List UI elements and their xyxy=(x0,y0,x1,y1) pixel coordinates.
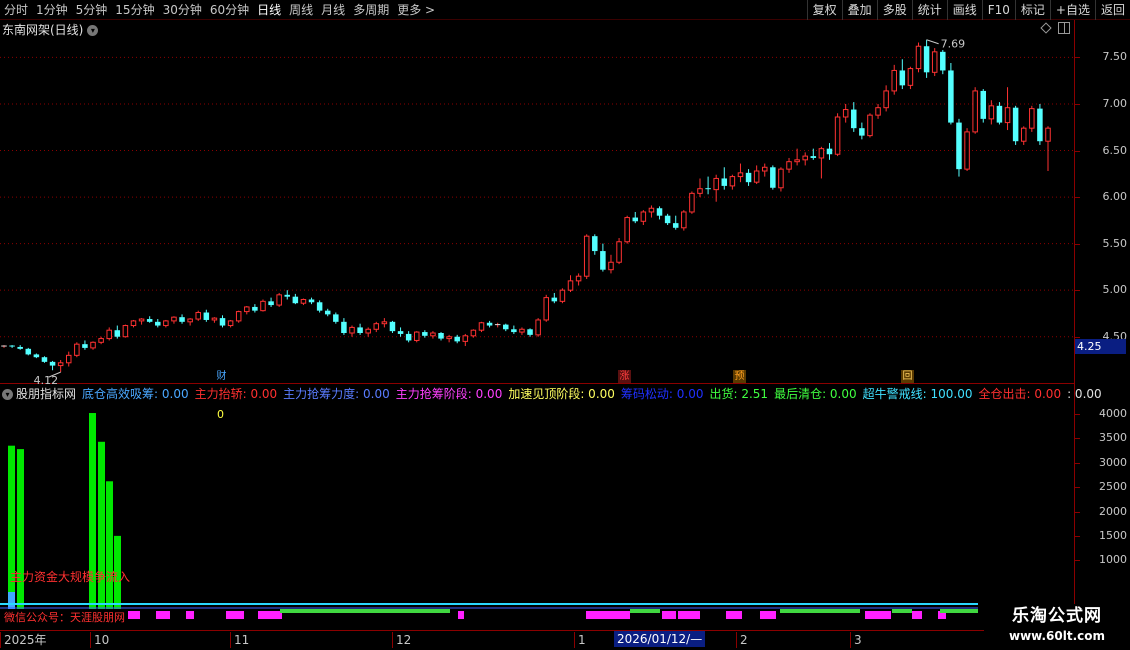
stage-block xyxy=(186,611,194,619)
price-tick: 7.50 xyxy=(1075,50,1130,64)
date-label: 2 xyxy=(736,632,748,648)
indicator-tick: 3500 xyxy=(1075,431,1130,445)
watermark-logo: 乐淘公式网 www.60lt.com xyxy=(984,604,1130,650)
stage-block xyxy=(598,611,630,619)
flow-note: 主力资金大规模争流入 xyxy=(10,569,130,584)
indicator-tick: 1000 xyxy=(1075,553,1130,567)
date-axis: 2025年 10 11 12 1 2 3 xyxy=(0,630,1074,650)
price-tick: 7.00 xyxy=(1075,97,1130,111)
wechat-note: 微信公众号：天涯股朋网 xyxy=(4,610,125,624)
inflow-bar xyxy=(106,481,113,609)
stage-block xyxy=(678,611,700,619)
event-marker[interactable]: 预 xyxy=(733,370,746,383)
stage-block xyxy=(726,611,742,619)
date-label: 10 xyxy=(90,632,109,648)
indicator-chart[interactable]: 0 主力资金大规模争流入微信公众号：天涯股朋网 xyxy=(0,0,1074,650)
sell-strip xyxy=(280,609,450,613)
stage-block xyxy=(865,611,891,619)
tool-button[interactable]: 返回 xyxy=(1094,0,1130,20)
price-tick: 6.00 xyxy=(1075,190,1130,204)
stage-block xyxy=(128,611,140,619)
stage-block xyxy=(458,611,464,619)
inflow-bar xyxy=(8,445,15,609)
date-label: 12 xyxy=(392,632,411,648)
indicator-tick: 1500 xyxy=(1075,529,1130,543)
indicator-tick: 4000 xyxy=(1075,407,1130,421)
stage-block xyxy=(258,611,282,619)
sell-strip xyxy=(940,609,978,613)
stage-block xyxy=(586,611,598,619)
sell-strip xyxy=(630,609,660,613)
stage-block xyxy=(662,611,676,619)
watermark-url: www.60lt.com xyxy=(1008,629,1106,643)
watermark-title: 乐淘公式网 xyxy=(1012,606,1102,626)
date-label: 2025年 xyxy=(0,632,47,648)
indicator-axis: 4000 3500 3000 2500 2000 1500 1000 xyxy=(1074,384,1130,630)
stage-block xyxy=(912,611,922,619)
price-axis: 7.50 7.00 6.50 6.00 5.50 5.00 4.50 xyxy=(1074,20,1130,384)
indicator-tick: 2000 xyxy=(1075,505,1130,519)
price-tick: 6.50 xyxy=(1075,144,1130,158)
date-label: 1 xyxy=(574,632,586,648)
sell-strip xyxy=(892,609,912,613)
price-tick: 5.00 xyxy=(1075,283,1130,297)
indicator-tick: 3000 xyxy=(1075,456,1130,470)
date-label: 3 xyxy=(850,632,862,648)
stage-block xyxy=(226,611,244,619)
stage-block xyxy=(156,611,170,619)
current-price-badge: 4.25 xyxy=(1075,339,1126,354)
stage-block xyxy=(760,611,776,619)
indicator-tick: 2500 xyxy=(1075,480,1130,494)
date-label: 11 xyxy=(230,632,249,648)
event-marker[interactable]: 回 xyxy=(901,370,914,383)
sell-strip xyxy=(780,609,860,613)
zero-label: 0 xyxy=(217,408,224,421)
price-tick: 5.50 xyxy=(1075,237,1130,251)
inflow-bar-base xyxy=(8,592,15,609)
inflow-bar xyxy=(17,449,24,609)
event-marker[interactable]: 财 xyxy=(215,370,228,383)
cursor-date-badge: 2026/01/12/— xyxy=(614,631,706,647)
event-marker[interactable]: 涨 xyxy=(618,370,631,383)
